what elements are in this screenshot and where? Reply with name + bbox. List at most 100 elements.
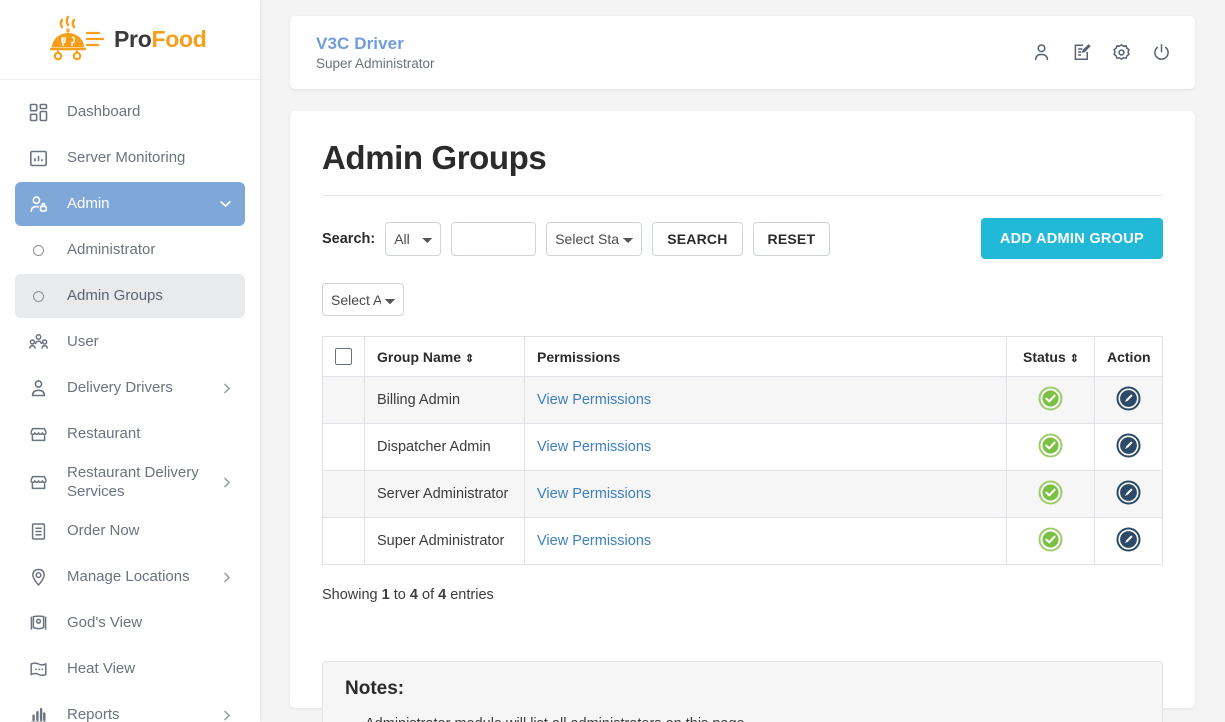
bar-chart-icon: [27, 705, 49, 722]
sidebar-item-reports[interactable]: Reports: [15, 694, 245, 722]
column-label: Status: [1022, 348, 1066, 365]
topbar-title: V3C Driver: [316, 34, 404, 53]
sidebar-item-label: User: [67, 332, 99, 350]
column-header-group-name[interactable]: Group Name ⇕: [364, 336, 525, 377]
bulk-action-row: Select Action: [322, 283, 1163, 316]
edit-pencil-icon[interactable]: [1116, 433, 1141, 462]
sidebar-item-dashboard[interactable]: Dashboard: [15, 90, 245, 134]
showing-mid: to: [393, 587, 406, 603]
chevron-right-icon: [223, 710, 231, 721]
column-header-permissions: Permissions: [524, 336, 1007, 377]
topbar: V3C Driver Super Administrator: [290, 16, 1195, 89]
sidebar-item-label: Dashboard: [67, 102, 141, 120]
topbar-identity: V3C Driver Super Administrator: [316, 34, 435, 71]
table-header-row: Group Name ⇕ Permissions Status ⇕ Action: [322, 336, 1163, 377]
sidebar-item-manage-locations[interactable]: Manage Locations: [15, 556, 245, 600]
table-row: Server Administrator View Permissions: [322, 470, 1163, 518]
sidebar-item-administrator[interactable]: Administrator: [15, 228, 245, 272]
circle-bullet-icon: [27, 285, 49, 307]
chart-monitor-icon: [27, 147, 49, 169]
status-cell: [1006, 423, 1095, 471]
select-all-checkbox[interactable]: [335, 348, 352, 366]
brand-name-part1: Pro: [114, 26, 152, 52]
sidebar-item-restaurant-delivery-services[interactable]: Restaurant Delivery Services: [15, 458, 245, 508]
row-checkbox-cell[interactable]: [322, 470, 365, 518]
sidebar-item-order-now[interactable]: Order Now: [15, 510, 245, 554]
view-permissions-link[interactable]: View Permissions: [537, 439, 651, 455]
chevron-right-icon: [223, 572, 231, 583]
title-divider: [322, 195, 1163, 196]
table-row: Super Administrator View Permissions: [322, 517, 1163, 565]
group-name-cell: Billing Admin: [364, 376, 525, 424]
notes-heading: Notes:: [345, 678, 405, 699]
brand-name: ProFood: [114, 26, 207, 53]
page-title: Admin Groups: [322, 139, 547, 176]
sidebar-item-label: Administrator: [67, 240, 156, 258]
chevron-right-icon: [223, 477, 231, 488]
profile-user-icon[interactable]: [1032, 43, 1051, 62]
edit-document-icon[interactable]: [1072, 43, 1091, 62]
search-scope-select[interactable]: All: [385, 221, 442, 256]
sidebar-item-label: Restaurant Delivery Services: [67, 464, 199, 500]
search-button[interactable]: SEARCH: [652, 221, 743, 256]
heat-map-icon: [27, 659, 49, 681]
sidebar-item-label: Restaurant: [67, 424, 141, 442]
status-cell: [1006, 376, 1095, 424]
search-label: Search:: [322, 230, 376, 247]
table-head: Group Name ⇕ Permissions Status ⇕ Action: [322, 336, 1163, 377]
group-name-cell: Super Administrator: [364, 517, 525, 565]
view-permissions-link[interactable]: View Permissions: [537, 392, 651, 408]
sidebar-item-gods-view[interactable]: God's View: [15, 602, 245, 646]
edit-pencil-icon[interactable]: [1116, 386, 1141, 415]
map-pin-icon: [27, 567, 49, 589]
sidebar-item-heat-view[interactable]: Heat View: [15, 648, 245, 692]
showing-from: 1: [381, 587, 390, 603]
row-checkbox-cell[interactable]: [322, 517, 365, 565]
food-tray-delivery-icon: [42, 15, 105, 65]
status-active-check-icon[interactable]: [1038, 527, 1063, 556]
status-active-check-icon[interactable]: [1038, 386, 1063, 415]
sidebar-nav: Dashboard Server Monitoring Admin Admini…: [0, 80, 260, 722]
settings-gear-icon[interactable]: [1112, 43, 1131, 62]
user-lock-icon: [27, 193, 49, 215]
reset-button[interactable]: RESET: [752, 221, 831, 256]
sidebar-item-restaurant[interactable]: Restaurant: [15, 412, 245, 456]
status-active-check-icon[interactable]: [1038, 433, 1063, 462]
edit-pencil-icon[interactable]: [1116, 480, 1141, 509]
status-active-check-icon[interactable]: [1038, 480, 1063, 509]
action-cell: [1094, 423, 1163, 471]
row-checkbox-cell[interactable]: [322, 376, 365, 424]
column-header-status[interactable]: Status ⇕: [1006, 336, 1095, 377]
power-logout-icon[interactable]: [1152, 43, 1171, 62]
column-header-action: Action: [1094, 336, 1163, 377]
sidebar-item-label: Server Monitoring: [67, 148, 186, 166]
table-body: Billing Admin View Permissions Dispatche…: [322, 376, 1163, 565]
notes-list: Administrator module will list all admin…: [365, 714, 1140, 722]
search-input[interactable]: [451, 221, 537, 256]
sidebar: ProFood Dashboard Server Monitoring Admi…: [0, 0, 260, 722]
table-row: Dispatcher Admin View Permissions: [322, 423, 1163, 471]
topbar-icon-group: [1032, 43, 1171, 62]
brand-logo[interactable]: ProFood: [0, 0, 260, 80]
action-cell: [1094, 376, 1163, 424]
action-cell: [1094, 517, 1163, 565]
sidebar-item-delivery-drivers[interactable]: Delivery Drivers: [15, 366, 245, 410]
main-content: V3C Driver Super Administrator Admin Gro…: [260, 0, 1225, 722]
storefront-icon: [27, 472, 49, 494]
driver-person-icon: [27, 377, 49, 399]
sidebar-item-server-monitoring[interactable]: Server Monitoring: [15, 136, 245, 180]
column-label: Permissions: [537, 348, 621, 365]
view-permissions-link[interactable]: View Permissions: [537, 533, 651, 549]
showing-suffix: entries: [450, 587, 494, 603]
sidebar-item-user[interactable]: User: [15, 320, 245, 364]
edit-pencil-icon[interactable]: [1116, 527, 1141, 556]
sidebar-item-admin-groups[interactable]: Admin Groups: [15, 274, 245, 318]
row-checkbox-cell[interactable]: [322, 423, 365, 471]
view-permissions-link[interactable]: View Permissions: [537, 486, 651, 502]
status-filter-select[interactable]: Select Status: [546, 221, 643, 256]
permissions-cell: View Permissions: [524, 470, 1007, 518]
topbar-subtitle: Super Administrator: [316, 56, 435, 71]
bulk-action-select[interactable]: Select Action: [322, 283, 404, 316]
sidebar-item-admin[interactable]: Admin: [15, 182, 245, 226]
add-admin-group-button[interactable]: ADD ADMIN GROUP: [980, 218, 1163, 259]
